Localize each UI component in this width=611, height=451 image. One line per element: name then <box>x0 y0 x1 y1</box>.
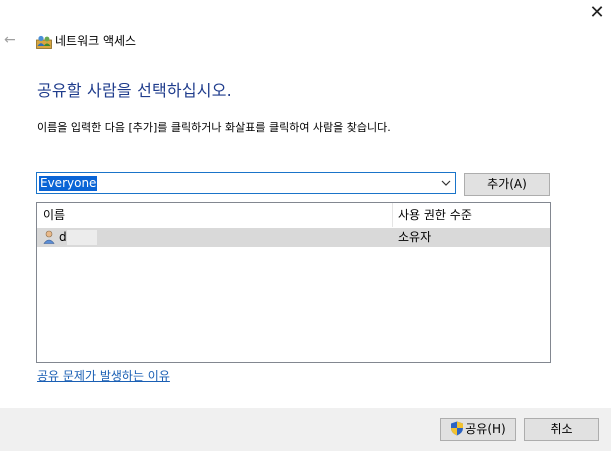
back-arrow-icon: ← <box>4 32 16 48</box>
add-button[interactable]: 추가(A) <box>464 173 550 196</box>
list-row[interactable]: d 소유자 <box>37 228 550 247</box>
user-name-combobox[interactable]: Everyone <box>36 172 456 194</box>
back-button[interactable]: ← <box>4 31 22 49</box>
row-user-name: d <box>59 230 67 244</box>
row-permission-level[interactable]: 소유자 <box>398 228 431 247</box>
cancel-button[interactable]: 취소 <box>524 418 599 441</box>
dialog-footer: 공유(H) 취소 <box>0 408 611 451</box>
sharing-troubleshoot-link[interactable]: 공유 문제가 발생하는 이유 <box>37 369 170 384</box>
user-icon <box>43 230 55 244</box>
share-button[interactable]: 공유(H) <box>440 418 516 441</box>
permissions-list[interactable]: 이름 사용 권한 수준 d 소유자 <box>36 202 551 363</box>
window-title: 네트워크 액세스 <box>55 34 137 48</box>
redacted-region <box>67 230 97 245</box>
close-button[interactable]: ✕ <box>586 2 608 24</box>
page-heading: 공유할 사람을 선택하십시오. <box>37 81 232 100</box>
network-users-icon <box>36 35 52 49</box>
instruction-text: 이름을 입력한 다음 [추가]를 클릭하거나 화살표를 클릭하여 사람을 찾습니… <box>37 121 391 134</box>
column-header-name[interactable]: 이름 <box>37 203 391 227</box>
chevron-down-icon[interactable] <box>440 177 452 189</box>
column-header-permission[interactable]: 사용 권한 수준 <box>392 203 550 227</box>
combobox-value[interactable]: Everyone <box>39 176 98 191</box>
share-button-label: 공유(H) <box>465 422 506 436</box>
uac-shield-icon <box>451 421 464 436</box>
close-icon: ✕ <box>589 2 605 23</box>
